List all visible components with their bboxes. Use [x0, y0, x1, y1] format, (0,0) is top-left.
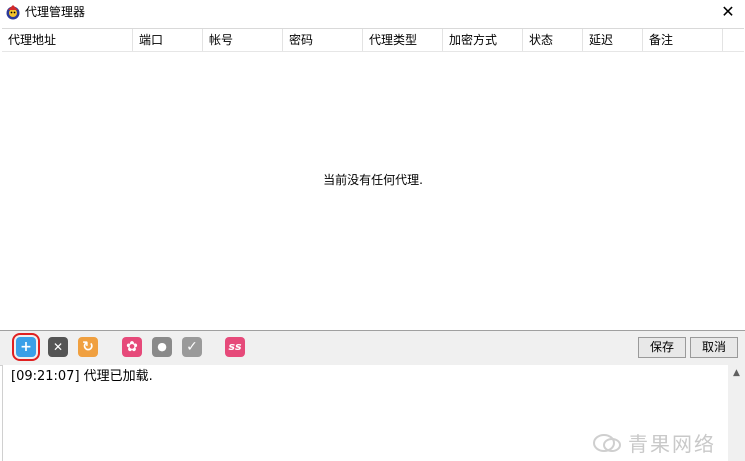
refresh-icon[interactable]: ↻: [78, 337, 98, 357]
ss-icon[interactable]: ss: [225, 337, 245, 357]
lightbulb-icon[interactable]: ●: [152, 337, 172, 357]
column-header-latency[interactable]: 延迟: [583, 29, 643, 51]
watermark-logo-icon: [593, 434, 621, 452]
column-header-encryption[interactable]: 加密方式: [443, 29, 523, 51]
settings-gear-icon[interactable]: ✿: [122, 337, 142, 357]
scroll-up-icon[interactable]: ▲: [728, 365, 745, 382]
close-icon[interactable]: ✕: [711, 0, 745, 24]
table-header: 代理地址 端口 帐号 密码 代理类型 加密方式 状态 延迟 备注: [2, 29, 744, 52]
watermark-text: 青果网络: [628, 432, 716, 456]
check-icon[interactable]: ✓: [182, 337, 202, 357]
title-bar: 代理管理器 ✕: [0, 0, 745, 24]
column-header-address[interactable]: 代理地址: [2, 29, 133, 51]
toolbar: + ✕ ↻ ✿ ● ✓ ss 保存 取消: [0, 330, 745, 366]
add-proxy-icon[interactable]: +: [12, 333, 40, 361]
log-scrollbar[interactable]: ▲: [728, 365, 745, 461]
empty-table-message: 当前没有任何代理.: [323, 173, 423, 187]
column-header-port[interactable]: 端口: [133, 29, 203, 51]
column-header-password[interactable]: 密码: [283, 29, 363, 51]
save-button[interactable]: 保存: [638, 337, 686, 358]
column-header-proxy-type[interactable]: 代理类型: [363, 29, 443, 51]
window-title: 代理管理器: [25, 5, 86, 19]
column-header-status[interactable]: 状态: [523, 29, 583, 51]
log-line: [09:21:07] 代理已加载.: [11, 369, 153, 384]
app-icon: [6, 5, 20, 20]
proxy-table: 代理地址 端口 帐号 密码 代理类型 加密方式 状态 延迟 备注 当前没有任何代…: [2, 28, 744, 331]
delete-proxy-icon[interactable]: ✕: [48, 337, 68, 357]
column-header-account[interactable]: 帐号: [203, 29, 283, 51]
cancel-button[interactable]: 取消: [690, 337, 738, 358]
column-header-remark[interactable]: 备注: [643, 29, 723, 51]
